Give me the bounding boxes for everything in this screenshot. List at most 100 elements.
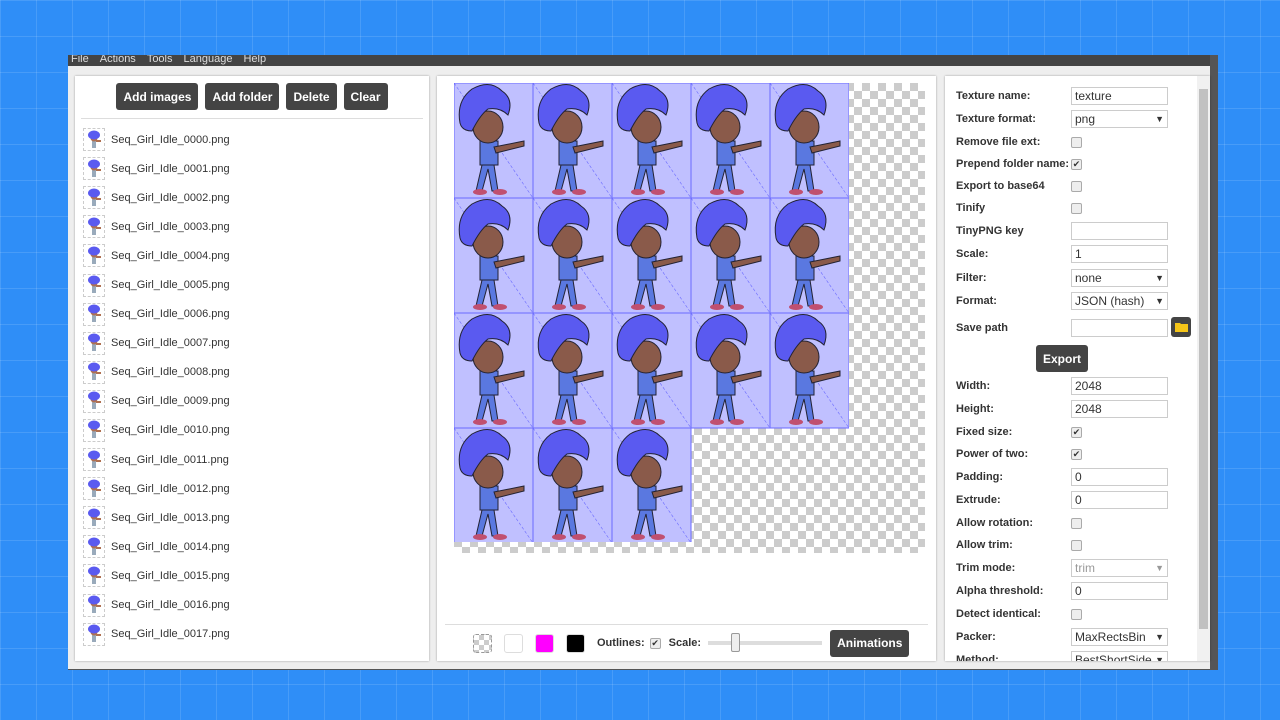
setting-input[interactable]: 2048 [1071,400,1168,419]
background-color-swatch[interactable] [535,633,554,653]
setting-label: Save path [956,322,1008,334]
file-name: Seq_Girl_Idle_0005.png [111,279,230,292]
setting-width: Width: 2048 [956,374,1168,398]
file-list-item[interactable]: Seq_Girl_Idle_0004.png [83,241,429,270]
scale-slider-handle[interactable] [730,633,740,652]
setting-label: Tinify [956,202,986,214]
file-list-item[interactable]: Seq_Girl_Idle_0014.png [83,532,429,561]
file-list-item[interactable]: Seq_Girl_Idle_0010.png [83,416,429,445]
setting-input[interactable]: 0 [1071,491,1168,510]
sprite-thumbnail [83,622,105,646]
setting-select[interactable]: none ▼ [1071,268,1168,287]
sprite-frame [454,83,534,199]
file-list-item[interactable]: Seq_Girl_Idle_0001.png [83,154,429,183]
setting-label: Format: [956,295,997,308]
menu-help[interactable]: Help [243,55,266,65]
setting-select[interactable]: png ▼ [1071,110,1168,129]
settings-scrollbar[interactable] [1197,76,1210,661]
setting-select[interactable]: trim ▼ [1071,558,1168,577]
setting-input[interactable]: 2048 [1071,376,1168,395]
setting-label: Prepend folder name: [956,158,1070,170]
browse-folder-button[interactable] [1171,317,1191,337]
menu-bar: File Actions Tools Language Help [68,55,1210,66]
setting-select[interactable]: BestShortSide ▼ [1071,651,1168,661]
clear-button[interactable]: Clear [343,83,388,110]
setting-label: Height: [956,403,994,416]
setting-allow-rotation: Allow rotation: [956,512,1168,534]
file-list-item[interactable]: Seq_Girl_Idle_0007.png [83,329,429,358]
scale-slider[interactable] [708,633,823,652]
file-list-item[interactable]: Seq_Girl_Idle_0006.png [83,300,429,329]
file-list-item[interactable]: Seq_Girl_Idle_0003.png [83,212,429,241]
sprite-thumbnail [83,448,105,472]
sprite-frame [769,83,849,199]
file-name: Seq_Girl_Idle_0001.png [111,162,230,175]
setting-checkbox[interactable]: ✔ [1071,426,1082,438]
file-list: Seq_Girl_Idle_0000.png Seq_Girl_Idle_0001… [75,119,429,649]
setting-select[interactable]: MaxRectsBin ▼ [1071,627,1168,646]
sprite-thumbnail [83,418,105,442]
setting-input[interactable]: texture [1071,86,1168,105]
setting-label: Alpha threshold: [956,585,1044,598]
setting-tinypng-key: TinyPNG key [956,219,1168,243]
file-list-item[interactable]: Seq_Girl_Idle_0013.png [83,503,429,532]
setting-checkbox[interactable] [1071,180,1082,192]
setting-value: png [1075,112,1096,127]
file-list-item[interactable]: Seq_Girl_Idle_0009.png [83,387,429,416]
outlines-checkbox[interactable]: ✔ [649,637,661,649]
background-color-swatch[interactable] [504,633,523,653]
background-color-swatch[interactable] [566,633,585,653]
sprite-thumbnail [83,244,105,268]
file-list-item[interactable]: Seq_Girl_Idle_0000.png [83,125,429,154]
sprite-thumbnail [83,564,105,588]
scrollbar-thumb[interactable] [1199,89,1208,629]
setting-checkbox[interactable]: ✔ [1071,158,1082,170]
menu-tools[interactable]: Tools [147,55,173,65]
delete-button[interactable]: Delete [286,83,337,110]
file-list-item[interactable]: Seq_Girl_Idle_0017.png [83,620,429,649]
setting-value: 0 [1075,493,1082,508]
file-list-item[interactable]: Seq_Girl_Idle_0002.png [83,183,429,212]
scale-label: Scale: [668,637,702,649]
setting-label: Packer: [956,630,996,643]
file-list-item[interactable]: Seq_Girl_Idle_0015.png [83,561,429,590]
setting-input[interactable]: 0 [1071,467,1168,486]
setting-checkbox[interactable] [1071,608,1082,620]
setting-detect-identical: Detect identical: [956,603,1168,625]
setting-input[interactable] [1071,319,1168,337]
setting-input[interactable]: 0 [1071,582,1168,601]
menu-language[interactable]: Language [184,55,233,65]
app-window: File Actions Tools Language Help Add images A… [68,55,1218,670]
setting-select[interactable]: JSON (hash) ▼ [1071,292,1168,311]
file-list-item[interactable]: Seq_Girl_Idle_0011.png [83,445,429,474]
sprite-sheet-preview [454,83,925,553]
setting-label: Width: [956,379,991,392]
file-list-item[interactable]: Seq_Girl_Idle_0008.png [83,358,429,387]
setting-trim-mode: Trim mode: trim ▼ [956,556,1168,580]
add-folder-button[interactable]: Add folder [205,83,280,110]
setting-input[interactable] [1071,221,1168,240]
setting-checkbox[interactable]: ✔ [1071,448,1082,460]
setting-checkbox[interactable] [1071,202,1082,214]
sprite-frame [690,83,771,199]
setting-checkbox[interactable] [1071,136,1082,148]
setting-label: Texture format: [956,113,1036,126]
checker-background-swatch[interactable] [473,633,492,653]
file-list-item[interactable]: Seq_Girl_Idle_0012.png [83,474,429,503]
sprite-thumbnail [83,215,105,239]
setting-input[interactable]: 1 [1071,245,1168,264]
menu-file[interactable]: File [71,55,89,65]
file-list-item[interactable]: Seq_Girl_Idle_0016.png [83,591,429,620]
file-name: Seq_Girl_Idle_0017.png [111,628,230,641]
setting-checkbox[interactable] [1071,517,1082,529]
file-list-item[interactable]: Seq_Girl_Idle_0005.png [83,270,429,299]
add-images-button[interactable]: Add images [116,83,199,110]
sprite-frame [454,312,534,429]
animations-button[interactable]: Animations [830,629,910,657]
menu-actions[interactable]: Actions [100,55,136,65]
sprite-frame [532,312,613,429]
file-name: Seq_Girl_Idle_0003.png [111,220,230,233]
setting-checkbox[interactable] [1071,539,1082,551]
export-button[interactable]: Export [1035,345,1088,372]
setting-label: Allow rotation: [956,517,1033,529]
